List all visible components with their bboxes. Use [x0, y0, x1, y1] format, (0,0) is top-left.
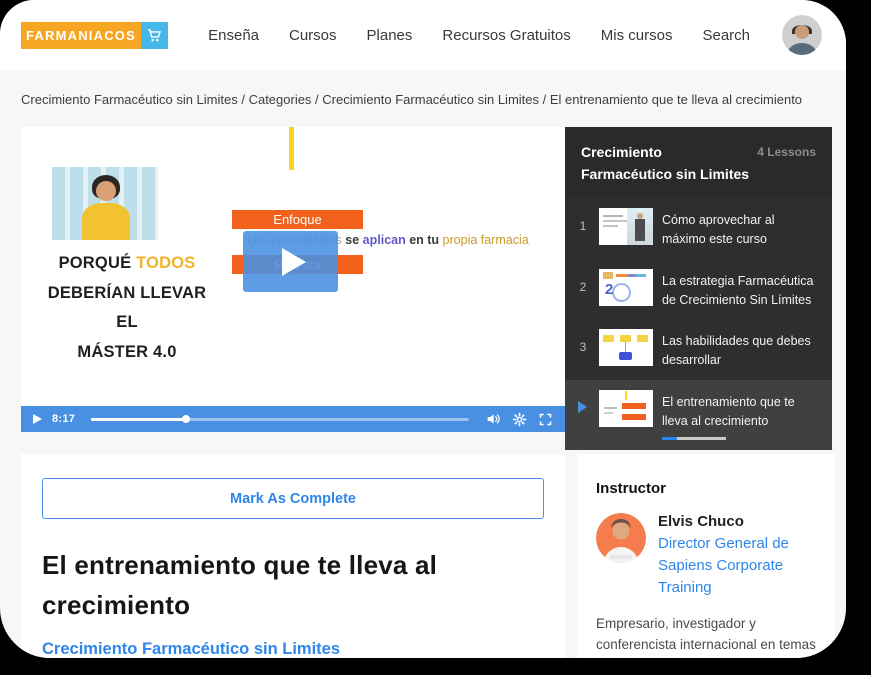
- course-link[interactable]: Crecimiento Farmacéutico sin Limites: [42, 640, 340, 658]
- nav-item-mis-cursos[interactable]: Mis cursos: [601, 27, 673, 44]
- playlist-item-label: La estrategia Farmacéutica de Crecimient…: [662, 273, 814, 307]
- headline-highlight: TODOS: [136, 254, 196, 272]
- mark-as-complete-button[interactable]: Mark As Complete: [42, 478, 544, 519]
- big-play-button[interactable]: [243, 231, 338, 292]
- instructor-identity: Elvis Chuco Director General de Sapiens …: [658, 513, 817, 598]
- thumb-art: [616, 273, 646, 277]
- lesson-content-section: Mark As Complete El entrenamiento que te…: [21, 454, 846, 658]
- thumb-art: [603, 225, 618, 228]
- now-playing-icon: [578, 400, 587, 413]
- thumb-art: [625, 390, 627, 400]
- thumb-art: [637, 335, 648, 343]
- lesson-thumbnail: [599, 208, 653, 246]
- logo-text: FARMANIACOS: [21, 21, 141, 49]
- playlist-lessons-count: 4 Lessons: [757, 145, 816, 159]
- playlist-item-3[interactable]: 3 Las habilidades que debes desarrollar: [565, 319, 832, 380]
- caption-part2: se: [345, 233, 363, 247]
- breadcrumb[interactable]: Crecimiento Farmacéutico sin Limites / C…: [21, 92, 825, 107]
- instructor-bio: Empresario, investigador y conferencista…: [596, 616, 816, 653]
- caption-part5: propia farmacia: [442, 233, 529, 247]
- thumb-art: [620, 335, 631, 343]
- nav-item-cursos[interactable]: Cursos: [289, 27, 337, 44]
- lesson-progress-fill: [662, 437, 677, 441]
- app-window: FARMANIACOS Enseña Cursos Planes Recurso…: [0, 0, 846, 658]
- settings-gear-icon[interactable]: [511, 411, 527, 427]
- thumb-art: [635, 219, 645, 242]
- lesson-playlist: Crecimiento Farmacéutico sin Limites 4 L…: [565, 127, 832, 451]
- shopping-cart-icon: [140, 21, 168, 49]
- playlist-item-label: El entrenamiento que te lleva al crecimi…: [662, 394, 795, 428]
- playlist-item-1[interactable]: 1 Cómo aprovechar al máximo este curso: [565, 198, 832, 259]
- playlist-header: Crecimiento Farmacéutico sin Limites 4 L…: [565, 127, 832, 199]
- presenter-shirt-art: [82, 203, 130, 240]
- playlist-item-index: 1: [579, 219, 587, 234]
- thumb-art: [625, 342, 626, 353]
- main-nav: Enseña Cursos Planes Recursos Gratuitos …: [208, 15, 822, 55]
- thumb-art: 2: [605, 280, 614, 298]
- seek-bar[interactable]: [91, 415, 469, 423]
- instructor-role-link[interactable]: Director General de Sapiens Corporate Tr…: [658, 533, 817, 598]
- lesson-thumbnail: 2: [599, 268, 653, 306]
- presenter-face-art: [96, 181, 116, 201]
- instructor-name: Elvis Chuco: [658, 513, 744, 530]
- current-time: 8:17: [52, 413, 76, 425]
- user-avatar[interactable]: [782, 15, 822, 55]
- enfoque-tag: Enfoque: [232, 210, 363, 229]
- nav-item-search[interactable]: Search: [702, 27, 750, 44]
- thumb-art: [619, 352, 632, 361]
- instructor-heading: Instructor: [596, 480, 667, 497]
- volume-icon[interactable]: [485, 411, 501, 427]
- seek-knob[interactable]: [181, 415, 190, 423]
- video-control-bar: 8:17: [21, 406, 565, 432]
- thumb-art: [622, 413, 646, 420]
- thumb-art: [603, 335, 614, 343]
- seek-bar-fill: [91, 417, 186, 421]
- fullscreen-icon[interactable]: [537, 411, 553, 427]
- site-logo[interactable]: FARMANIACOS: [21, 21, 168, 49]
- thumb-art: [604, 406, 617, 409]
- headline-pre: PORQUÉ: [58, 254, 137, 272]
- headline-line2: DEBERÍAN LLEVAR EL: [47, 283, 207, 332]
- video-player[interactable]: PORQUÉ TODOS DEBERÍAN LLEVAR EL MÁSTER 4…: [21, 127, 565, 432]
- play-button[interactable]: [33, 414, 42, 424]
- caption-part4: en tu: [405, 233, 443, 247]
- video-section: PORQUÉ TODOS DEBERÍAN LLEVAR EL MÁSTER 4…: [21, 127, 832, 451]
- slide-headline: PORQUÉ TODOS DEBERÍAN LLEVAR EL MÁSTER 4…: [35, 249, 219, 368]
- lesson-thumbnail: [599, 329, 653, 367]
- thumb-art: [603, 271, 613, 279]
- top-nav-bar: FARMANIACOS Enseña Cursos Planes Recurso…: [0, 0, 846, 70]
- playlist-item-label: Cómo aprovechar al máximo este curso: [662, 213, 775, 247]
- playlist-item-index: 2: [579, 279, 587, 294]
- lesson-progress-bar: [662, 437, 726, 441]
- thumb-art: [622, 402, 646, 409]
- playlist-course-title: Crecimiento Farmacéutico sin Limites: [581, 144, 750, 182]
- playlist-item-index: 3: [579, 340, 587, 355]
- playlist-item-label: Las habilidades que debes desarrollar: [662, 334, 811, 368]
- instructor-profile-row: Elvis Chuco Director General de Sapiens …: [596, 513, 817, 598]
- playlist-item-4-active[interactable]: El entrenamiento que te lleva al crecimi…: [565, 379, 832, 451]
- nav-item-planes[interactable]: Planes: [367, 27, 413, 44]
- thumb-art: [612, 282, 631, 302]
- presenter-webcam-thumbnail: [52, 167, 158, 240]
- caption-part3: aplican: [362, 233, 406, 247]
- lesson-title: El entrenamiento que te lleva al crecimi…: [42, 550, 438, 621]
- instructor-card: Instructor Elvis Chuco Director General …: [578, 454, 835, 658]
- thumb-art: [603, 220, 627, 223]
- video-slide: PORQUÉ TODOS DEBERÍAN LLEVAR EL MÁSTER 4…: [21, 127, 565, 406]
- play-icon: [281, 247, 306, 276]
- thumb-art: [603, 215, 623, 218]
- instructor-avatar[interactable]: [596, 513, 646, 563]
- lesson-thumbnail: [599, 389, 653, 427]
- nav-item-ensena[interactable]: Enseña: [208, 27, 259, 44]
- playlist-item-2[interactable]: 2 2 La estrategia Farmacéutica de Crecim…: [565, 258, 832, 320]
- headline-line3: MÁSTER 4.0: [77, 343, 177, 362]
- lesson-card: Mark As Complete El entrenamiento que te…: [21, 454, 565, 658]
- thumb-art: [604, 411, 613, 414]
- nav-item-recursos-gratuitos[interactable]: Recursos Gratuitos: [442, 27, 570, 44]
- slide-yellow-line: [289, 127, 294, 170]
